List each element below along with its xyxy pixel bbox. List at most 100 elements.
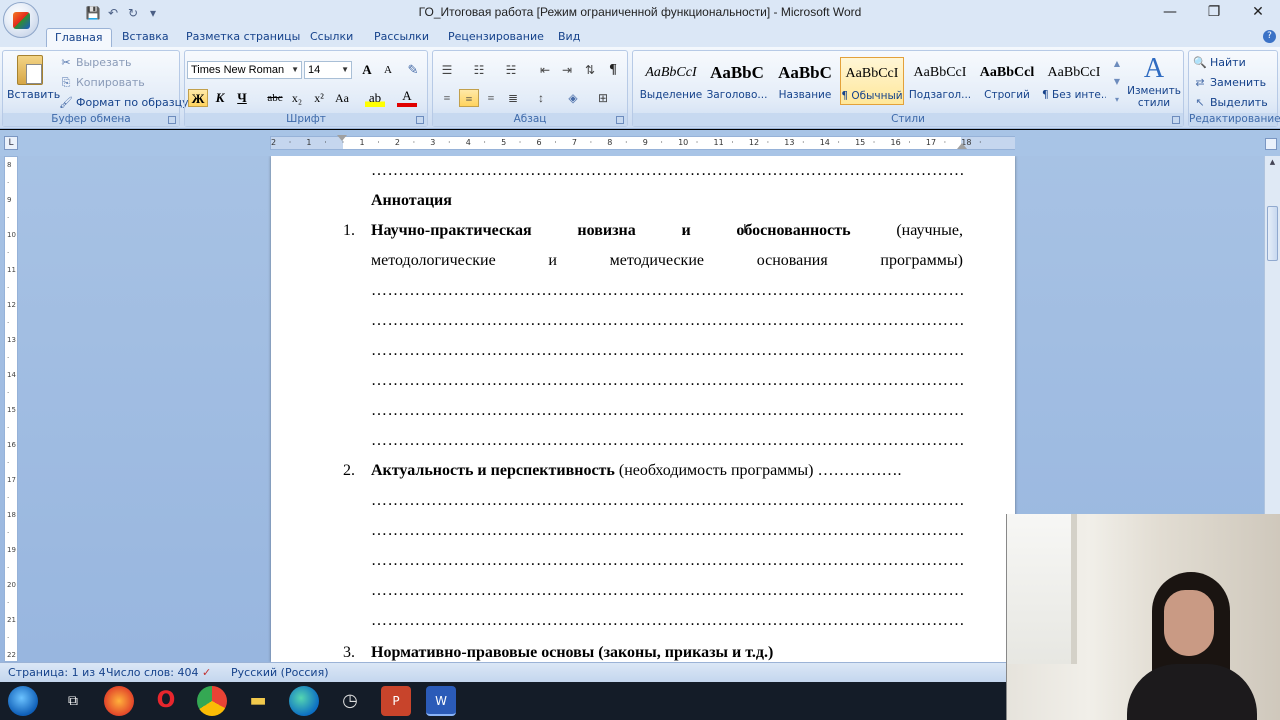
align-left-icon[interactable]: ≡	[437, 89, 457, 107]
line-spacing-icon[interactable]: ↕	[531, 89, 551, 107]
clock-app-icon[interactable]: ◷	[335, 686, 365, 716]
tab-insert[interactable]: Вставка	[114, 28, 177, 47]
styles-launcher-icon[interactable]	[1172, 116, 1180, 124]
shading-icon[interactable]: ◈	[563, 89, 583, 107]
brush-icon: 🖌	[59, 96, 73, 109]
format-painter-button[interactable]: 🖌 Формат по образцу	[59, 94, 189, 112]
page-count[interactable]: Страница: 1 из 4	[8, 666, 106, 679]
increase-indent-icon[interactable]: ⇥	[557, 61, 577, 79]
clear-format-icon[interactable]: ✎	[403, 61, 423, 79]
tab-view[interactable]: Вид	[550, 28, 588, 47]
style-no-spacing[interactable]: AaBbCcI ¶ Без инте...	[1042, 57, 1106, 105]
ruler-tick: ·	[7, 213, 10, 222]
bold-button[interactable]: Ж	[188, 89, 208, 107]
tab-selector[interactable]: L	[4, 136, 18, 150]
justify-icon[interactable]: ≣	[503, 89, 523, 107]
borders-icon[interactable]: ⊞	[593, 89, 613, 107]
paragraph-launcher-icon[interactable]	[616, 116, 624, 124]
style-emphasis[interactable]: AaBbCcI Выделение	[639, 57, 703, 105]
edge-icon[interactable]	[289, 686, 319, 716]
language-indicator[interactable]: Русский (Россия)	[231, 666, 329, 679]
sort-icon[interactable]: ⇅	[580, 61, 600, 79]
ruler-tick: ·	[7, 423, 10, 432]
font-launcher-icon[interactable]	[416, 116, 424, 124]
dot-line: ……………………………………………………………………………………………………………	[371, 282, 963, 299]
binoculars-icon: 🔍	[1193, 56, 1207, 69]
tab-mailings[interactable]: Рассылки	[366, 28, 437, 47]
ruler-tick: 12	[7, 301, 16, 309]
dot-line: ……………………………………………………………………………………………………………	[371, 402, 963, 419]
paragraph-group: ☰ ☷ ☵ ⇤ ⇥ ⇅ ¶ ≡ ≡ ≡ ≣ ↕ ◈ ⊞ Абзац	[432, 50, 628, 127]
italic-button[interactable]: К	[210, 89, 230, 107]
bullets-icon[interactable]: ☰	[437, 61, 457, 79]
firefox-icon[interactable]	[104, 686, 134, 716]
ruler-tick: ·	[377, 138, 380, 147]
strikethrough-button[interactable]: abc	[265, 89, 285, 107]
right-indent-marker[interactable]	[957, 143, 967, 149]
align-right-icon[interactable]: ≡	[481, 89, 501, 107]
font-name-combo[interactable]: Times New Roman ▼	[187, 61, 302, 79]
style-normal[interactable]: AaBbCcI ¶ Обычный	[840, 57, 904, 105]
style-strong[interactable]: AaBbCcl Строгий	[975, 57, 1039, 105]
dot-line: ……………………………………………………………………………………………………………	[371, 612, 963, 629]
underline-button[interactable]: Ч	[232, 89, 252, 107]
align-center-icon[interactable]: ≡	[459, 89, 479, 107]
styles-scroll[interactable]: ▲ ▼ ▾	[1111, 55, 1123, 109]
highlight-icon[interactable]: ab	[365, 89, 385, 107]
select-button[interactable]: ↖ Выделить	[1193, 94, 1267, 112]
scroll-up-icon[interactable]: ▲	[1267, 158, 1278, 170]
replace-button[interactable]: ⇄ Заменить	[1193, 74, 1266, 92]
restore-button[interactable]: ❐	[1192, 0, 1236, 26]
indent-marker[interactable]	[337, 135, 347, 141]
shrink-font-button[interactable]: A	[378, 61, 398, 79]
close-button[interactable]: ✕	[1236, 0, 1280, 26]
task-view-icon[interactable]: ⧉	[58, 686, 88, 716]
find-button[interactable]: 🔍 Найти	[1193, 54, 1246, 72]
ruler-tick: ·	[7, 528, 10, 537]
ruler-tick: 13	[7, 336, 16, 344]
opera-icon[interactable]: O	[151, 686, 181, 716]
show-marks-button[interactable]: ¶	[603, 61, 623, 79]
ruler-tick: ·	[554, 138, 557, 147]
minimize-button[interactable]: —	[1148, 0, 1192, 26]
tab-review[interactable]: Рецензирование	[440, 28, 552, 47]
font-group: Times New Roman ▼ 14 ▼ A A ✎ Ж К Ч abc x₂ …	[184, 50, 428, 127]
ruler-tick: ·	[7, 353, 10, 362]
numbering-icon[interactable]: ☷	[469, 61, 489, 79]
decrease-indent-icon[interactable]: ⇤	[535, 61, 555, 79]
style-title[interactable]: AaBbC Название	[773, 57, 837, 105]
grow-font-button[interactable]: A	[357, 61, 377, 79]
style-subtitle[interactable]: AaBbCcI Подзагол...	[908, 57, 972, 105]
multilevel-list-icon[interactable]: ☵	[501, 61, 521, 79]
tab-page-layout[interactable]: Разметка страницы	[178, 28, 308, 47]
powerpoint-icon[interactable]: P	[381, 686, 411, 716]
ruler-tick: 3	[430, 138, 436, 147]
cut-button[interactable]: ✂ Вырезать	[59, 54, 131, 72]
font-size-combo[interactable]: 14 ▼	[304, 61, 352, 79]
vertical-ruler[interactable]: 8 · 9 · 10 · 11 · 12 · 13 · 14 · 15 · 16 · 17 · 18 · 19 · 20 · 21 ·…	[4, 156, 18, 662]
document-page[interactable]: ……………………………………………………………………………………………………………	[271, 156, 1015, 662]
subscript-button[interactable]: x₂	[287, 89, 307, 107]
ruler-tick: ·	[7, 283, 10, 292]
change-styles-button[interactable]: A Изменить стили	[1125, 53, 1183, 113]
copy-button[interactable]: ⎘ Копировать	[59, 74, 145, 92]
clipboard-launcher-icon[interactable]	[168, 116, 176, 124]
change-case-button[interactable]: Aa	[332, 89, 352, 107]
superscript-button[interactable]: x²	[309, 89, 329, 107]
scroll-thumb[interactable]	[1267, 206, 1278, 261]
start-button-icon[interactable]	[8, 686, 38, 716]
font-color-icon[interactable]: A	[397, 89, 417, 107]
tab-home[interactable]: Главная	[46, 28, 112, 47]
help-icon[interactable]: ?	[1263, 30, 1276, 43]
word-taskbar-icon[interactable]: W	[426, 686, 456, 716]
horizontal-ruler[interactable]: 2 · 1 · · 1 · 2 · 3 · 4 · 5 · 6 · 7 · 8 · 9 · 10 · 11 · 12 · 13 · 14 · 15…	[270, 135, 1015, 150]
style-heading[interactable]: AaBbC Заголово...	[705, 57, 769, 105]
file-explorer-icon[interactable]: ▬	[243, 686, 273, 716]
view-ruler-button[interactable]	[1265, 138, 1277, 150]
spellcheck-icon[interactable]: ✓	[202, 666, 211, 679]
word-count[interactable]: Число слов: 404	[106, 666, 199, 679]
chrome-icon[interactable]	[197, 686, 227, 716]
paste-button[interactable]: Вставить	[7, 53, 60, 113]
tab-references[interactable]: Ссылки	[302, 28, 361, 47]
office-button[interactable]	[3, 2, 39, 38]
